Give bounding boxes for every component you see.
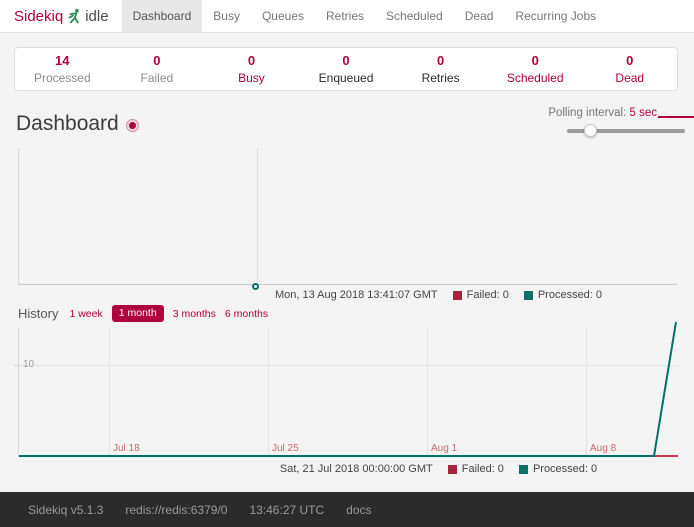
range-1-month[interactable]: 1 month	[112, 305, 164, 322]
realtime-gridline	[257, 148, 258, 284]
processed-line	[19, 322, 676, 456]
stat-failed-value: 0	[110, 52, 205, 70]
summary-bar: 14 Processed 0 Failed 0 Busy 0 Enqueued …	[14, 47, 678, 91]
stat-enqueued[interactable]: 0 Enqueued	[299, 52, 394, 86]
history-header: History 1 week 1 month 3 months 6 months	[18, 305, 277, 322]
realtime-processed-text: Processed: 0	[538, 289, 602, 301]
stat-processed-value: 14	[15, 52, 110, 70]
tab-dead[interactable]: Dead	[454, 0, 505, 32]
slider-handle[interactable]	[584, 124, 597, 137]
stat-failed: 0 Failed	[110, 52, 205, 86]
history-chart: 10 Jul 18 Jul 25 Aug 1 Aug 8	[18, 328, 677, 457]
polling-label-text: Polling interval:	[548, 107, 626, 119]
history-failed-text: Failed: 0	[462, 463, 504, 475]
tab-scheduled[interactable]: Scheduled	[375, 0, 454, 32]
range-1-week[interactable]: 1 week	[69, 308, 102, 320]
navbar: Sidekiq idle Dashboard Busy Queues Retri…	[0, 0, 694, 33]
footer-redis-url: redis://redis:6379/0	[125, 503, 227, 517]
redis-status-label: idle	[85, 8, 108, 25]
sidekiq-logo-icon	[68, 8, 81, 24]
range-3-months[interactable]: 3 months	[173, 308, 216, 320]
stat-dead-link[interactable]: Dead	[582, 70, 677, 86]
history-legend-failed: Failed: 0	[448, 463, 504, 475]
footer-docs-link[interactable]: docs	[346, 503, 371, 517]
history-processed-text: Processed: 0	[533, 463, 597, 475]
stat-processed: 14 Processed	[15, 52, 110, 86]
tab-dashboard[interactable]: Dashboard	[122, 0, 203, 32]
realtime-legend-failed: Failed: 0	[453, 289, 509, 301]
page-title: Dashboard	[16, 112, 139, 136]
history-legend-time: Sat, 21 Jul 2018 00:00:00 GMT	[280, 463, 433, 475]
tab-busy[interactable]: Busy	[202, 0, 251, 32]
realtime-chart	[18, 148, 677, 285]
stat-busy-link[interactable]: Busy	[204, 70, 299, 86]
footer: Sidekiq v5.1.3 redis://redis:6379/0 13:4…	[0, 492, 694, 527]
processed-swatch-icon	[519, 465, 528, 474]
footer-version: Sidekiq v5.1.3	[28, 503, 103, 517]
sidekiq-dashboard-page: Sidekiq idle Dashboard Busy Queues Retri…	[0, 0, 694, 527]
tab-queues[interactable]: Queues	[251, 0, 315, 32]
realtime-failed-text: Failed: 0	[467, 289, 509, 301]
polling-value-text: 5 sec	[630, 107, 658, 119]
tab-retries[interactable]: Retries	[315, 0, 375, 32]
tab-recurring-jobs[interactable]: Recurring Jobs	[504, 0, 607, 32]
history-legend: Sat, 21 Jul 2018 00:00:00 GMT Failed: 0 …	[0, 463, 694, 475]
processed-swatch-icon	[524, 291, 533, 300]
stat-retries-value: 0	[393, 52, 488, 70]
page-title-text: Dashboard	[16, 112, 119, 136]
realtime-legend-time: Mon, 13 Aug 2018 13:41:07 GMT	[275, 289, 438, 301]
polling-interval-label: Polling interval: 5 sec	[548, 107, 657, 119]
stat-scheduled-link[interactable]: Scheduled	[488, 70, 583, 86]
stat-failed-label: Failed	[110, 70, 205, 86]
stat-scheduled[interactable]: 0 Scheduled	[488, 52, 583, 86]
range-6-months[interactable]: 6 months	[225, 308, 268, 320]
polling-underline	[658, 116, 694, 118]
stat-retries-link[interactable]: Retries	[393, 70, 488, 86]
realtime-legend-processed: Processed: 0	[524, 289, 602, 301]
stat-retries[interactable]: 0 Retries	[393, 52, 488, 86]
realtime-legend: Mon, 13 Aug 2018 13:41:07 GMT Failed: 0 …	[0, 289, 694, 301]
stat-busy-value: 0	[204, 52, 299, 70]
stat-dead-value: 0	[582, 52, 677, 70]
stat-dead[interactable]: 0 Dead	[582, 52, 677, 86]
stat-enqueued-link[interactable]: Enqueued	[299, 70, 394, 86]
brand[interactable]: Sidekiq idle	[0, 0, 109, 32]
stat-enqueued-value: 0	[299, 52, 394, 70]
failed-swatch-icon	[453, 291, 462, 300]
stat-scheduled-value: 0	[488, 52, 583, 70]
history-title: History	[18, 306, 58, 321]
failed-swatch-icon	[448, 465, 457, 474]
polling-interval-slider[interactable]	[567, 124, 685, 137]
live-beacon-icon	[126, 119, 139, 132]
footer-utc-time: 13:46:27 UTC	[249, 503, 324, 517]
brand-name[interactable]: Sidekiq	[14, 8, 63, 25]
history-legend-processed: Processed: 0	[519, 463, 597, 475]
history-lines	[19, 328, 678, 457]
stat-processed-label: Processed	[15, 70, 110, 86]
stat-busy[interactable]: 0 Busy	[204, 52, 299, 86]
